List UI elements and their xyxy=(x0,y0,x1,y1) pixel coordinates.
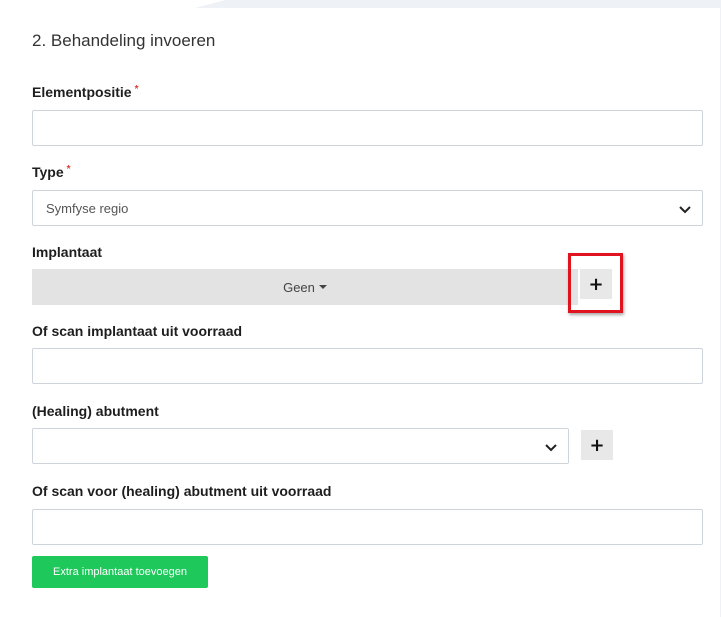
scan-abutment-input[interactable] xyxy=(32,509,703,545)
scan-implantaat-input[interactable] xyxy=(32,348,703,384)
type-select-value: Symfyse regio xyxy=(46,200,129,216)
type-label: Type * xyxy=(32,164,71,180)
scan-abutment-label: Of scan voor (healing) abutment uit voor… xyxy=(32,483,332,499)
form-card: 2. Behandeling invoeren Elementpositie * … xyxy=(0,0,720,617)
elementpositie-label-text: Elementpositie xyxy=(32,84,132,100)
scan-implantaat-label: Of scan implantaat uit voorraad xyxy=(32,323,243,339)
abutment-label: (Healing) abutment xyxy=(32,403,159,419)
required-mark: * xyxy=(134,84,139,95)
implantaat-dropdown-label: Geen xyxy=(283,279,315,295)
add-abutment-button[interactable]: + xyxy=(581,430,613,460)
abutment-select[interactable] xyxy=(32,428,569,464)
highlight-box xyxy=(568,253,623,313)
caret-down-icon xyxy=(318,285,327,289)
add-extra-implant-button[interactable]: Extra implantaat toevoegen xyxy=(32,556,208,588)
elementpositie-input[interactable] xyxy=(32,110,703,146)
implantaat-dropdown[interactable]: Geen xyxy=(32,269,578,305)
chevron-down-icon xyxy=(545,444,557,452)
type-select[interactable]: Symfyse regio xyxy=(32,190,703,226)
elementpositie-label: Elementpositie * xyxy=(32,84,139,100)
section-title: 2. Behandeling invoeren xyxy=(32,31,216,50)
required-mark: * xyxy=(66,164,71,175)
implantaat-label: Implantaat xyxy=(32,244,103,260)
chevron-down-icon xyxy=(679,206,691,214)
type-label-text: Type xyxy=(32,164,64,180)
